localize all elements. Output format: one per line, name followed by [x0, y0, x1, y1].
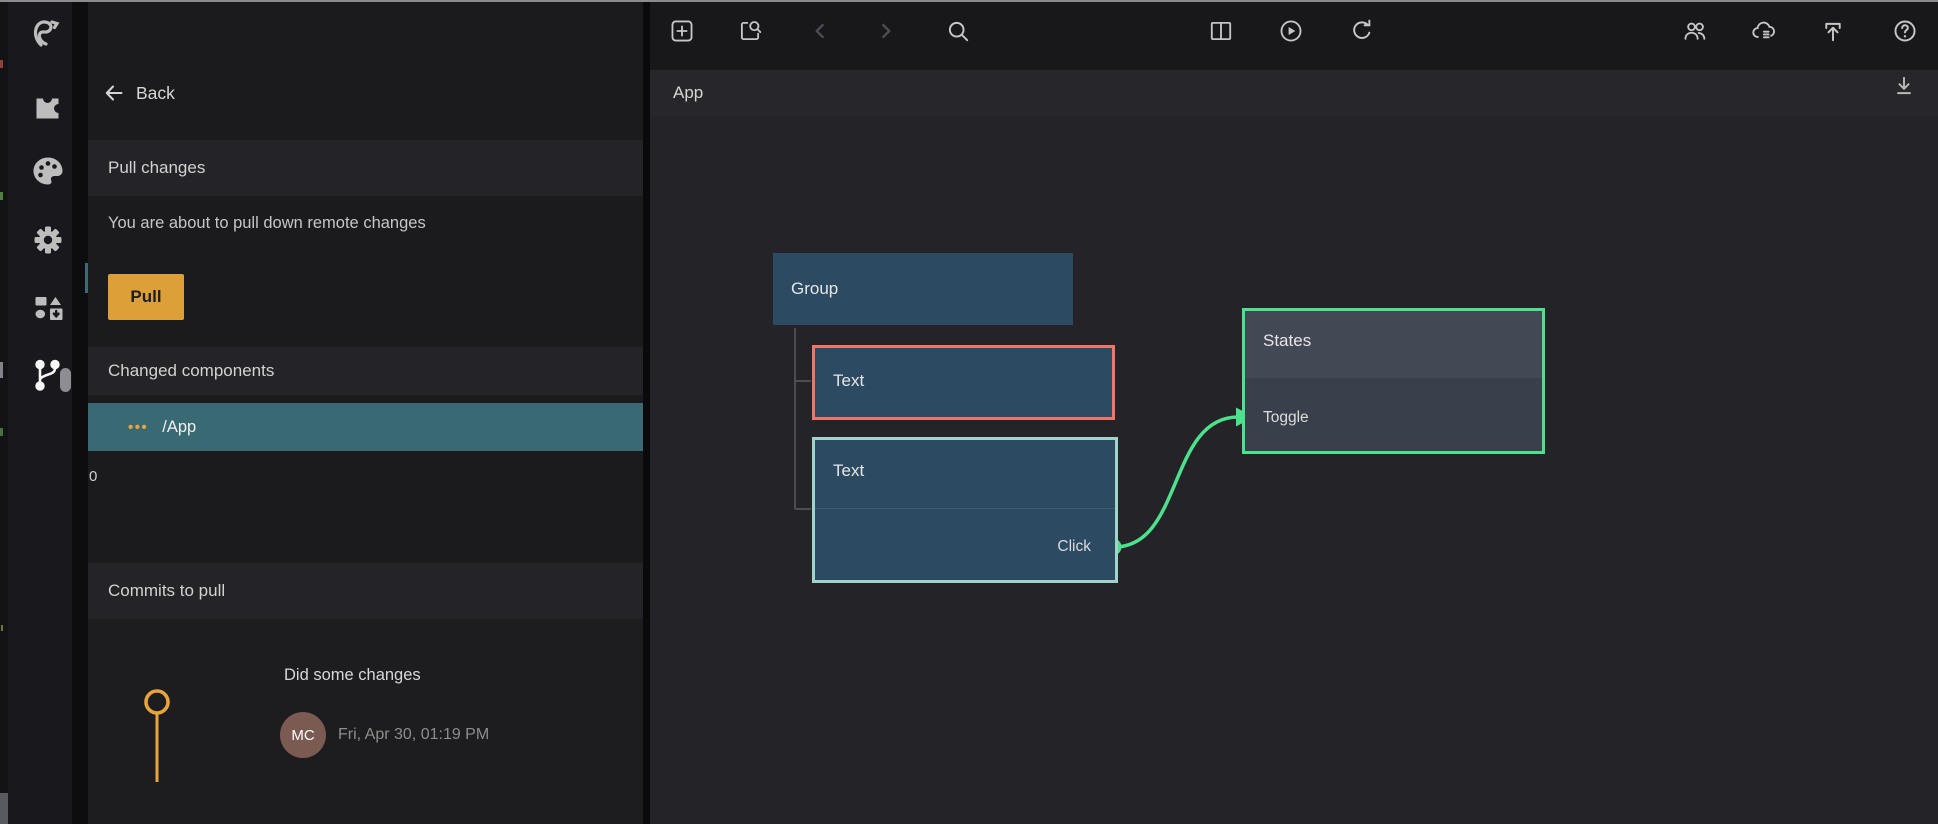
- plugins-icon[interactable]: [28, 83, 68, 123]
- search-icon: [945, 18, 971, 44]
- component-search-button[interactable]: [736, 17, 764, 45]
- avatar: MC: [280, 712, 326, 758]
- chevron-right-icon: [873, 18, 899, 44]
- pull-description: You are about to pull down remote change…: [108, 208, 426, 238]
- nav-forward-button[interactable]: [872, 17, 900, 45]
- node-group[interactable]: Group: [773, 253, 1073, 325]
- back-label: Back: [136, 83, 175, 104]
- nav-back-button[interactable]: [806, 17, 834, 45]
- add-node-button[interactable]: [668, 17, 696, 45]
- canvas-header: App: [650, 70, 1938, 116]
- component-name: /App: [162, 418, 196, 437]
- node-states[interactable]: States Toggle: [1242, 308, 1545, 454]
- changed-count: 0: [89, 468, 97, 485]
- refresh-button[interactable]: [1348, 17, 1376, 45]
- collaborators-icon: [1682, 18, 1708, 44]
- edge-artifact: [0, 793, 8, 824]
- settings-gear-icon[interactable]: [28, 220, 68, 260]
- download-icon: [1891, 73, 1917, 99]
- node-canvas[interactable]: App Group Text: [650, 70, 1938, 824]
- signal-connection[interactable]: [1105, 408, 1255, 556]
- download-button[interactable]: [1890, 73, 1918, 101]
- panel-canvas-divider[interactable]: [643, 2, 650, 824]
- noodl-logo-icon[interactable]: [28, 13, 68, 53]
- pull-changes-header: Pull changes: [88, 140, 643, 196]
- commits-header: Commits to pull: [88, 563, 643, 619]
- styles-icon[interactable]: [28, 151, 68, 191]
- version-control-panel: Back Pull changes You are about to pull …: [88, 2, 643, 824]
- hierarchy-lines: [795, 328, 811, 509]
- collaborators-button[interactable]: [1681, 17, 1709, 45]
- node-title: Text: [833, 371, 864, 391]
- help-icon: [1892, 18, 1918, 44]
- commit-row[interactable]: Did some changes MC Fri, Apr 30, 01:19 P…: [88, 619, 643, 782]
- window-edge-strip: [0, 2, 8, 824]
- preview-play-button[interactable]: [1277, 17, 1305, 45]
- component-status-dots-icon: •••: [128, 419, 148, 436]
- components-icon[interactable]: [28, 288, 68, 328]
- cloud-services-button[interactable]: [1749, 17, 1777, 45]
- node-header: States: [1245, 311, 1542, 378]
- help-button[interactable]: [1891, 17, 1919, 45]
- chevron-left-icon: [807, 18, 833, 44]
- split-view-icon: [1208, 18, 1234, 44]
- rail-panel-gap: [72, 2, 88, 824]
- add-node-icon: [669, 18, 695, 44]
- node-title: Text: [833, 461, 864, 481]
- activity-bar: [8, 2, 72, 824]
- split-view-button[interactable]: [1207, 17, 1235, 45]
- node-title: Group: [791, 279, 838, 299]
- refresh-icon: [1349, 18, 1375, 44]
- edge-artifact: [0, 362, 3, 378]
- changed-component-row[interactable]: ••• /App: [88, 403, 643, 451]
- back-button[interactable]: Back: [102, 76, 175, 110]
- node-section-divider: [815, 508, 1115, 509]
- deploy-upload-icon: [1820, 18, 1846, 44]
- edge-artifact: [0, 428, 3, 436]
- back-arrow-icon: [102, 81, 126, 105]
- breadcrumb: App: [673, 80, 703, 106]
- pull-changes-title: Pull changes: [108, 158, 205, 178]
- node-title: States: [1263, 331, 1311, 351]
- cloud-services-icon: [1750, 18, 1776, 44]
- node-text-selected-remote[interactable]: Text: [812, 345, 1115, 420]
- commit-list: Did some changes MC Fri, Apr 30, 01:19 P…: [88, 619, 643, 824]
- component-search-icon: [737, 18, 763, 44]
- deploy-button[interactable]: [1819, 17, 1847, 45]
- node-text-selected-local[interactable]: Text Click: [812, 437, 1118, 583]
- play-icon: [1278, 18, 1304, 44]
- noodl-editor-window: Back Pull changes You are about to pull …: [0, 0, 1938, 824]
- commits-title: Commits to pull: [108, 581, 225, 601]
- commit-timestamp: Fri, Apr 30, 01:19 PM: [338, 723, 489, 747]
- rail-scrollbar-thumb[interactable]: [60, 368, 71, 392]
- changed-components-title: Changed components: [108, 361, 274, 381]
- output-port-click[interactable]: Click: [1057, 532, 1091, 562]
- canvas-toolbar: [650, 2, 1938, 70]
- edge-artifact: [0, 192, 3, 200]
- input-port-toggle[interactable]: Toggle: [1263, 403, 1309, 433]
- search-button[interactable]: [944, 17, 972, 45]
- pull-button[interactable]: Pull: [108, 274, 184, 320]
- edge-artifact: [0, 60, 3, 68]
- changed-components-header: Changed components: [88, 347, 643, 395]
- commit-message: Did some changes: [284, 666, 421, 685]
- avatar-initials: MC: [291, 727, 314, 744]
- edge-artifact: [1, 625, 3, 631]
